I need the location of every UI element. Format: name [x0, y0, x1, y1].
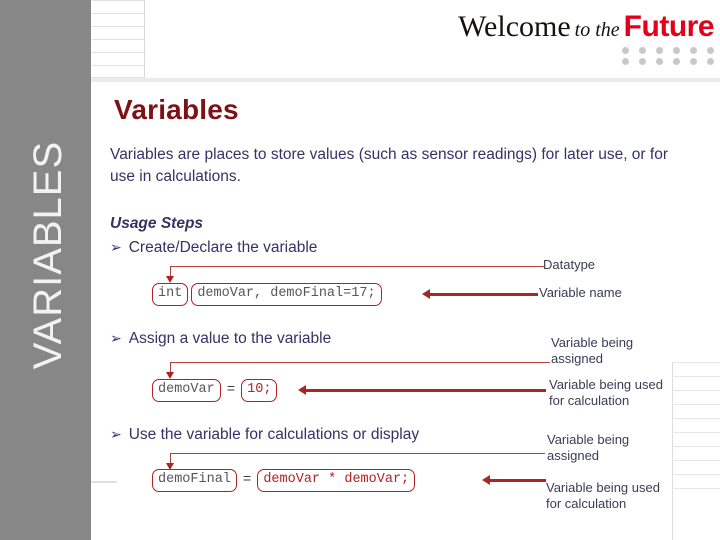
logo-dot-row [622, 58, 714, 65]
grid-rule [672, 362, 720, 363]
arrowhead-used-2-left [482, 475, 490, 485]
code-chip-datatype: int [152, 283, 189, 306]
brand-logo: Welcome to the Future [458, 12, 715, 65]
ladder-rule [91, 0, 145, 1]
logo-dot [690, 58, 697, 65]
logo-dot-matrix [458, 47, 714, 65]
bullet-assign-value: ➢ Assign a value to the variable [110, 330, 331, 348]
logo-future-text: Future [623, 10, 715, 43]
annotation-line: for calculation [546, 496, 627, 512]
code-operator-equals: = [242, 472, 252, 489]
grid-rule [672, 446, 720, 447]
bullet-label: Use the variable for calculations or dis… [128, 426, 420, 443]
bullet-label: Create/Declare the variable [128, 239, 318, 256]
annotation-variable-assigned-2: Variable being assigned [547, 432, 629, 465]
ladder-rule [91, 26, 145, 27]
annotation-line: Variable being [551, 335, 634, 350]
logo-dot [639, 47, 646, 54]
bullet-use-variable: ➢ Use the variable for calculations or di… [110, 426, 419, 444]
intro-paragraph: Variables are places to store values (su… [110, 146, 668, 185]
annotation-line: assigned [547, 448, 600, 464]
code-operator-equals: = [226, 382, 236, 399]
logo-dot [673, 58, 680, 65]
grid-rule [672, 432, 720, 433]
logo-dot-row [622, 47, 714, 54]
logo-dot [622, 58, 629, 65]
annotation-line: for calculation [549, 393, 630, 409]
annotation-line: Variable being used [549, 377, 663, 392]
connector-used-1-line [306, 389, 546, 392]
code-chip-expression: demoVar * demoVar; [257, 469, 416, 492]
logo-dot [622, 47, 629, 54]
code-chip-result-variable: demoFinal [152, 469, 237, 492]
usage-steps-heading: Usage Steps [110, 215, 204, 232]
code-chip-declaration: demoVar, demoFinal=17; [191, 283, 382, 306]
ladder-rule [91, 39, 145, 40]
ladder-rule [91, 52, 145, 53]
annotation-line: Variable being used [546, 480, 660, 495]
logo-dot [707, 47, 714, 54]
code-block-declare: int demoVar, demoFinal=17; [152, 283, 382, 306]
connector-assigned-1-horizontal [170, 362, 550, 363]
annotation-variable-assigned-1: Variable being assigned [551, 335, 633, 368]
code-block-assign: demoVar = 10; [152, 379, 278, 402]
arrowhead-used-1-left [298, 385, 306, 395]
annotation-variable-used-2: Variable being used for calculation [546, 480, 660, 513]
logo-tothe-text: to the [574, 19, 620, 41]
annotation-datatype: Datatype [543, 257, 596, 272]
decorative-stub-bottom-left [91, 481, 117, 483]
ladder-rule [91, 13, 145, 14]
connector-used-2-line [490, 479, 546, 482]
logo-dot [656, 47, 663, 54]
annotation-variable-name: Variable name [539, 285, 622, 300]
logo-dot [656, 58, 663, 65]
annotation-line: assigned [551, 351, 604, 367]
grid-rule [672, 376, 720, 377]
logo-dot [673, 47, 680, 54]
logo-wordmark: Welcome to the Future [458, 12, 714, 42]
code-chip-target-variable: demoVar [152, 379, 221, 402]
chevron-bullet-icon: ➢ [110, 427, 122, 443]
sidebar-vertical-title: VARIABLES [26, 140, 70, 370]
grid-rule [672, 460, 720, 461]
arrowhead-datatype-down [166, 276, 174, 283]
arrowhead-variable-name-left [422, 289, 430, 299]
code-block-calculate: demoFinal = demoVar * demoVar; [152, 469, 416, 492]
logo-welcome-text: Welcome [458, 10, 571, 43]
arrowhead-assigned-1-down [166, 372, 174, 379]
bullet-label: Assign a value to the variable [128, 330, 332, 347]
bullet-create-declare: ➢ Create/Declare the variable [110, 239, 317, 257]
connector-assigned-2-horizontal [170, 453, 545, 454]
grid-rule [672, 418, 720, 419]
sidebar-band: VARIABLES [0, 0, 91, 540]
annotation-line: Variable being [547, 432, 630, 447]
ladder-rule [91, 65, 145, 66]
page-title: Variables [114, 94, 239, 125]
connector-variable-name-line [430, 293, 538, 296]
logo-dot [639, 58, 646, 65]
chevron-bullet-icon: ➢ [110, 240, 122, 256]
decorative-grid-bottom-right [672, 362, 720, 540]
logo-dot [707, 58, 714, 65]
grid-rule [672, 488, 720, 489]
grid-rule [672, 404, 720, 405]
connector-datatype-horizontal [170, 266, 544, 267]
decorative-ladder-top-left [91, 0, 145, 78]
slide-canvas: VARIABLES Welcome to the Future Variable… [0, 0, 720, 540]
grid-rule [672, 390, 720, 391]
header-divider-bar [91, 78, 720, 82]
chevron-bullet-icon: ➢ [110, 331, 122, 347]
grid-vertical-rule [672, 362, 673, 540]
code-chip-assigned-value: 10; [241, 379, 278, 402]
grid-rule [672, 474, 720, 475]
annotation-variable-used-1: Variable being used for calculation [549, 377, 663, 410]
logo-dot [690, 47, 697, 54]
